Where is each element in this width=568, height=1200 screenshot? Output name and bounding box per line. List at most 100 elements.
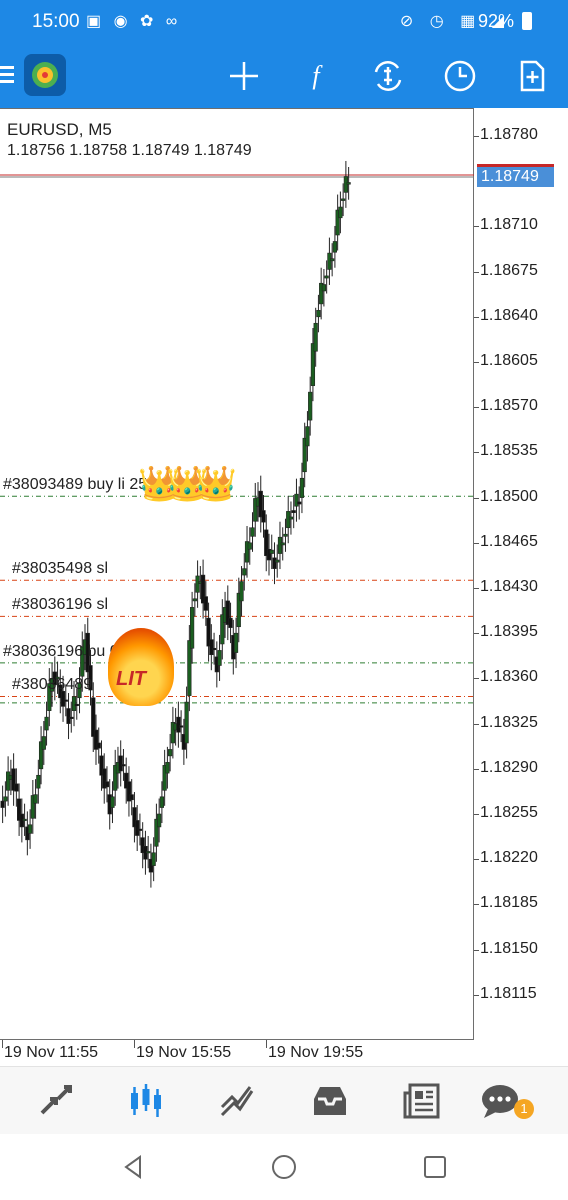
chart-tab-icon[interactable] — [126, 1081, 166, 1121]
candle-body — [330, 258, 335, 262]
price-tick-label: 1.18465 — [480, 532, 538, 550]
bottom-navigation: 1 — [0, 1066, 568, 1134]
time-tick-mark — [266, 1040, 267, 1048]
chart-area[interactable]: EURUSD, M5 1.18756 1.18758 1.18749 1.187… — [0, 108, 568, 1066]
price-tick-mark — [474, 226, 479, 228]
price-tick-label: 1.18640 — [480, 306, 538, 324]
candle-body — [250, 527, 255, 537]
candle-body — [6, 771, 11, 791]
price-tick-label: 1.18535 — [480, 442, 538, 460]
candle-body — [277, 536, 283, 554]
price-tick-mark — [474, 678, 479, 680]
app-logo-icon[interactable] — [24, 54, 66, 96]
candle-body — [151, 852, 156, 866]
lit-sticker-text: LIT — [116, 668, 146, 690]
candle-body — [209, 639, 214, 656]
price-tick-mark — [474, 994, 479, 996]
candle-body — [14, 783, 19, 792]
add-chart-icon[interactable] — [514, 58, 550, 94]
candle-body — [36, 774, 41, 789]
price-tick-mark — [474, 814, 479, 815]
order-label[interactable]: #38036196 sl — [12, 596, 108, 614]
candle-body — [272, 557, 277, 569]
price-tick-label: 1.18710 — [480, 216, 538, 234]
candle-body — [44, 716, 49, 731]
price-tick-label: 1.18150 — [480, 939, 538, 957]
menu-icon[interactable] — [0, 66, 14, 84]
chart-toolbar: f — [0, 44, 568, 108]
candle-body — [332, 241, 337, 253]
order-label[interactable]: #38036489 — [12, 676, 92, 694]
trade-tab-icon[interactable] — [218, 1081, 258, 1121]
back-icon[interactable] — [120, 1154, 146, 1180]
price-tick-mark — [474, 588, 479, 589]
price-tick-mark — [474, 633, 479, 635]
current-price-label: 1.18749 — [477, 164, 554, 187]
order-label[interactable]: #38093489 buy li 25 — [3, 476, 147, 494]
price-tick-mark — [474, 452, 479, 454]
price-tick-label: 1.18325 — [480, 713, 538, 731]
candle-body — [176, 716, 181, 733]
candle-body — [327, 252, 332, 270]
timeframe-icon[interactable] — [442, 58, 478, 94]
candle-body — [159, 796, 164, 808]
candle-body — [211, 647, 217, 651]
candle-body — [217, 650, 222, 666]
recents-icon[interactable] — [422, 1154, 448, 1180]
candle-body — [66, 708, 71, 724]
candle-body — [121, 764, 126, 767]
price-tick-label: 1.18220 — [480, 849, 538, 867]
candle-body — [261, 510, 266, 523]
candle-body — [41, 736, 46, 750]
candle-body — [0, 800, 5, 808]
price-tick-mark — [474, 407, 479, 409]
messages-tab-icon[interactable] — [480, 1081, 520, 1121]
candle-body — [3, 796, 8, 802]
chart-symbol: EURUSD, M5 — [7, 120, 112, 139]
system-navigation — [0, 1134, 568, 1200]
candle-body — [168, 749, 173, 757]
candle-body — [33, 794, 38, 804]
candle-body — [286, 511, 291, 529]
price-tick-label: 1.18605 — [480, 352, 538, 369]
price-tick-label: 1.18780 — [480, 126, 538, 143]
quotes-icon[interactable] — [36, 1081, 76, 1121]
candle-body — [316, 310, 321, 318]
candle-body — [187, 640, 192, 696]
indicators-icon[interactable]: f — [298, 58, 334, 94]
time-tick-mark — [134, 1040, 135, 1048]
messages-badge: 1 — [514, 1099, 534, 1119]
candle-body — [146, 851, 151, 854]
candle-body — [288, 516, 294, 520]
time-tick-label: 19 Nov 11:55 — [4, 1044, 98, 1061]
history-tab-icon[interactable] — [310, 1081, 350, 1121]
price-tick-label: 1.18500 — [480, 487, 538, 505]
candle-body — [297, 501, 302, 505]
candle-body — [22, 818, 27, 821]
candle-body — [63, 699, 68, 702]
crown-sticker: 👑👑👑 — [138, 465, 237, 503]
price-tick-mark — [474, 904, 479, 906]
candle-body — [275, 559, 280, 563]
price-tick-mark — [474, 362, 479, 363]
lit-sticker: LIT — [108, 628, 174, 706]
candle-body — [313, 322, 318, 352]
trade-icon[interactable] — [370, 58, 406, 94]
home-icon[interactable] — [271, 1154, 297, 1180]
candle-body — [239, 581, 244, 602]
price-tick-mark — [474, 768, 479, 770]
crosshair-icon[interactable] — [226, 58, 262, 94]
price-tick-mark — [474, 136, 479, 137]
candle-body — [104, 781, 110, 788]
price-tick-mark — [474, 949, 479, 951]
time-tick-label: 19 Nov 15:55 — [136, 1044, 232, 1061]
candle-body — [283, 533, 288, 537]
price-tick-label: 1.18185 — [480, 894, 538, 912]
status-time: 15:00 — [32, 11, 80, 32]
price-tick-mark — [474, 316, 479, 318]
candle-body — [179, 725, 184, 728]
news-tab-icon[interactable] — [402, 1081, 442, 1121]
candle-body — [203, 596, 208, 611]
price-tick-label: 1.18255 — [480, 804, 538, 821]
order-label[interactable]: #38035498 sl — [12, 560, 108, 578]
